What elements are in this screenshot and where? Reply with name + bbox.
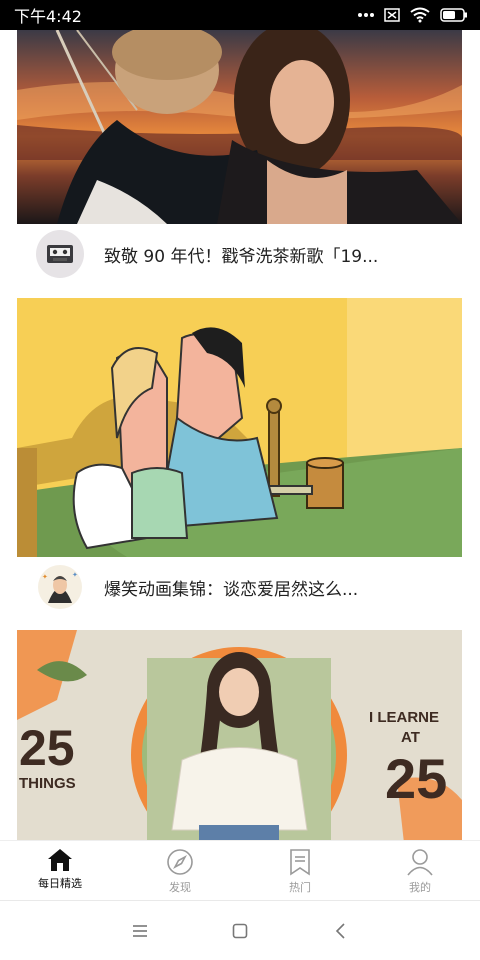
home-square-icon [232, 923, 248, 938]
user-icon [407, 849, 433, 876]
overlay-text-right-top: I LEARNE [369, 709, 439, 726]
menu-icon [133, 924, 147, 937]
overlay-text-right-mid: AT [401, 729, 420, 746]
25-things-thumbnail: 25 THINGS I LEARNE AT 25 [17, 630, 462, 840]
cartoon-kiss-illustration [17, 298, 462, 557]
video-title[interactable]: 爆笑动画集锦：谈恋爱居然这么... [104, 575, 358, 600]
bottom-navigation: 每日精选 发现 热门 我的 [0, 840, 480, 900]
video-thumbnail[interactable] [17, 298, 462, 557]
tab-daily-picks-label: 每日精选 [38, 877, 82, 890]
tab-discover-label: 发现 [169, 881, 191, 894]
svg-text:✦: ✦ [42, 573, 48, 581]
compass-icon [167, 849, 193, 875]
tab-hot-label: 热门 [289, 881, 311, 894]
sim-off-icon [384, 8, 400, 22]
status-icons [358, 7, 468, 23]
wifi-icon [410, 7, 430, 23]
cassette-avatar[interactable] [36, 230, 84, 278]
system-navigation-bar [0, 900, 480, 960]
cartoon-avatar[interactable]: ✦ ✦ [36, 563, 84, 611]
titanic-pose-photo [17, 30, 462, 224]
back-icon [335, 922, 345, 939]
system-back-button[interactable] [320, 911, 360, 951]
tab-daily-picks[interactable]: 每日精选 [0, 841, 120, 900]
tab-discover[interactable]: 发现 [120, 841, 240, 900]
overlay-number-left: 25 [19, 720, 75, 776]
video-card-meta[interactable]: ✦ ✦ 爆笑动画集锦：谈恋爱居然这么... [17, 557, 462, 617]
tab-mine-label: 我的 [409, 881, 431, 894]
tab-hot[interactable]: 热门 [240, 841, 360, 900]
svg-text:✦: ✦ [72, 571, 78, 579]
tab-mine[interactable]: 我的 [360, 841, 480, 900]
bookmark-icon [290, 849, 310, 876]
video-thumbnail[interactable]: 25 THINGS I LEARNE AT 25 [17, 630, 462, 840]
dots-icon [358, 13, 374, 17]
overlay-word-left: THINGS [19, 775, 76, 792]
video-card-meta[interactable]: 致敬 90 年代！戳爷洗茶新歌「19... [17, 224, 462, 284]
recent-apps-button[interactable] [120, 911, 160, 951]
battery-icon [440, 8, 467, 22]
video-title[interactable]: 致敬 90 年代！戳爷洗茶新歌「19... [104, 242, 378, 267]
system-home-button[interactable] [220, 911, 260, 951]
status-time: 下午4:42 [14, 7, 82, 26]
video-feed[interactable]: 致敬 90 年代！戳爷洗茶新歌「19... ✦ ✦ 爆笑动画集锦：谈恋爱居然这么… [0, 30, 480, 840]
home-icon [48, 849, 72, 871]
video-thumbnail[interactable] [17, 30, 462, 224]
status-bar: 下午4:42 [0, 0, 480, 30]
overlay-number-right: 25 [385, 747, 447, 810]
